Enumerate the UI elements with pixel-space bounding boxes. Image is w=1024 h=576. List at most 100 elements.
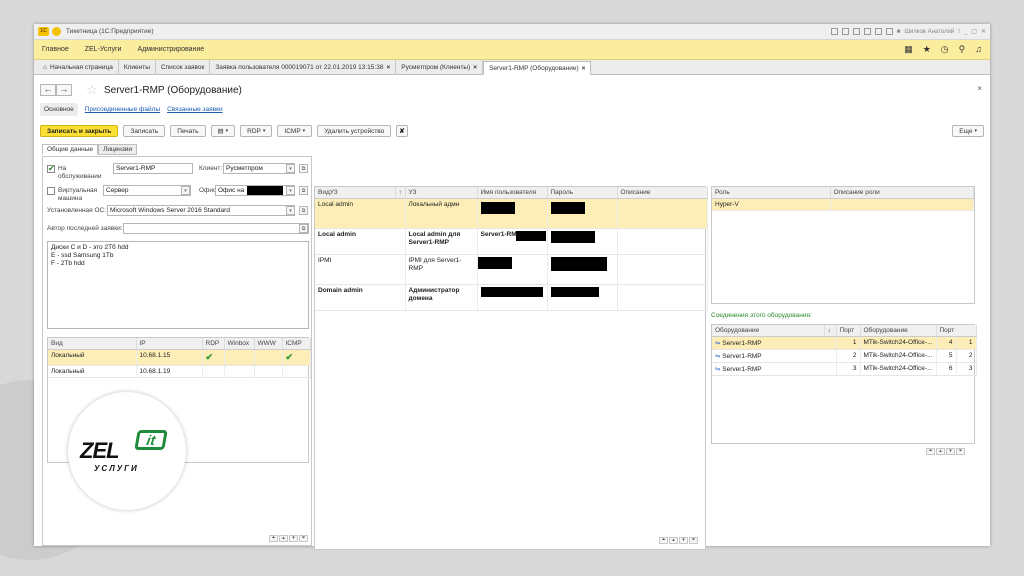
table-row[interactable]: ⇋ Server1-RMP 3 MTik-Switch24-Office-...… bbox=[712, 362, 977, 376]
first-page-icon[interactable]: ⏶ bbox=[269, 535, 278, 542]
forward-button[interactable]: → bbox=[56, 84, 72, 96]
menu-circle-icon[interactable] bbox=[52, 27, 61, 36]
office-open-icon[interactable]: ⧉ bbox=[299, 186, 308, 195]
sort-asc-icon[interactable]: ↑ bbox=[395, 187, 406, 199]
back-button[interactable]: ← bbox=[40, 84, 56, 96]
column-header[interactable]: Описание роли bbox=[830, 187, 974, 199]
prev-page-icon[interactable]: ▴ bbox=[279, 535, 288, 542]
office-dropdown-icon[interactable]: ▾ bbox=[286, 186, 295, 195]
subtab-related-requests[interactable]: Связанные заявки bbox=[167, 106, 223, 113]
minimize-icon[interactable]: _ bbox=[964, 29, 967, 35]
last-page-icon[interactable]: ⏷ bbox=[299, 535, 308, 542]
table-row[interactable]: ⇋ Server1-RMP 1 MTik-Switch24-Office-...… bbox=[712, 336, 977, 350]
column-header[interactable]: Имя пользователя bbox=[477, 187, 548, 199]
toolbar-icon[interactable] bbox=[863, 28, 871, 35]
table-row[interactable]: Локальный 10.68.1.19 bbox=[48, 365, 311, 378]
bell-icon[interactable]: ♫ bbox=[975, 44, 982, 55]
more-button[interactable]: Еще ▾ bbox=[952, 125, 984, 137]
subtab-attached-files[interactable]: Присоединенные файлы bbox=[85, 106, 160, 113]
on-service-checkbox[interactable]: ✔ bbox=[47, 165, 55, 173]
next-page-icon[interactable]: ▾ bbox=[946, 448, 955, 455]
close-tab-icon[interactable]: × bbox=[582, 65, 586, 72]
tab-rusmetprom[interactable]: Русметпром (Клиенты) × bbox=[396, 60, 484, 74]
column-header[interactable]: ICMP bbox=[282, 338, 311, 350]
next-page-icon[interactable]: ▾ bbox=[289, 535, 298, 542]
table-row[interactable]: Hyper-V bbox=[712, 198, 974, 211]
toolbar-icon[interactable] bbox=[841, 28, 849, 35]
column-header[interactable]: ВидУЗ bbox=[315, 187, 396, 199]
restore-icon[interactable]: ▢ bbox=[971, 28, 977, 35]
next-page-icon[interactable]: ▾ bbox=[679, 537, 688, 544]
name-field[interactable]: Server1-RMP bbox=[113, 163, 193, 174]
excel-icon[interactable]: ✘ bbox=[396, 125, 408, 137]
tab-home[interactable]: ⌂ Начальная страница bbox=[38, 60, 119, 74]
grid-icon[interactable]: ▦ bbox=[904, 44, 913, 55]
close-tab-icon[interactable]: × bbox=[386, 64, 390, 71]
column-header[interactable]: IP bbox=[136, 338, 203, 350]
column-header[interactable]: Порт bbox=[936, 325, 977, 337]
last-page-icon[interactable]: ⏷ bbox=[689, 537, 698, 544]
column-header[interactable]: Вид bbox=[48, 338, 137, 350]
tab-licenses[interactable]: Лицензии bbox=[98, 144, 138, 155]
menu-item-zel[interactable]: ZEL-Услуги bbox=[85, 46, 122, 53]
column-header[interactable]: Порт bbox=[836, 325, 861, 337]
table-row[interactable]: ⇋ Server1-RMP 2 MTik-Switch24-Office-...… bbox=[712, 349, 977, 363]
os-open-icon[interactable]: ⧉ bbox=[299, 206, 308, 215]
toolbar-icon[interactable] bbox=[885, 28, 893, 35]
subtab-main[interactable]: Основное bbox=[40, 103, 78, 116]
close-tab-icon[interactable]: × bbox=[473, 64, 477, 71]
table-row[interactable]: Local admin Локальный адмн bbox=[315, 198, 708, 229]
tab-clients[interactable]: Клиенты bbox=[119, 60, 156, 74]
tab-request-000019071[interactable]: Заявка пользователя 000019071 от 22.01.2… bbox=[210, 60, 397, 74]
table-row[interactable]: Domain admin Администратор домена bbox=[315, 284, 708, 311]
last-author-open-icon[interactable]: ⧉ bbox=[299, 224, 308, 233]
favorite-star-icon[interactable]: ☆ bbox=[86, 82, 98, 98]
tab-server1-rmp[interactable]: Server1-RMP (Оборудование) × bbox=[483, 61, 592, 75]
column-header[interactable]: УЗ bbox=[405, 187, 478, 199]
os-field[interactable]: Microsoft Windows Server 2016 Standard bbox=[107, 205, 295, 216]
first-page-icon[interactable]: ⏶ bbox=[926, 448, 935, 455]
menu-item-admin[interactable]: Администрирование bbox=[137, 46, 204, 53]
column-header[interactable]: RDP bbox=[202, 338, 225, 350]
os-dropdown-icon[interactable]: ▾ bbox=[286, 206, 295, 215]
column-header[interactable]: Пароль bbox=[547, 187, 618, 199]
first-page-icon[interactable]: ⏶ bbox=[659, 537, 668, 544]
print-button[interactable]: Печать bbox=[170, 125, 206, 137]
column-header[interactable]: Роль bbox=[712, 187, 831, 199]
last-page-icon[interactable]: ⏷ bbox=[956, 448, 965, 455]
close-window-icon[interactable]: ✕ bbox=[981, 28, 986, 35]
client-field[interactable]: Русметпром bbox=[223, 163, 295, 174]
tab-requests[interactable]: Список заявок bbox=[156, 60, 211, 74]
virtual-machine-checkbox[interactable] bbox=[47, 187, 55, 195]
table-row[interactable]: Локальный 10.68.1.15 ✔ ✔ bbox=[48, 349, 311, 366]
save-close-button[interactable]: Записать и закрыть bbox=[40, 125, 119, 137]
client-open-icon[interactable]: ⧉ bbox=[299, 164, 308, 173]
create-based-button[interactable]: ▤ ▾ bbox=[210, 125, 236, 137]
sort-desc-icon[interactable]: ↓ bbox=[824, 325, 837, 337]
column-header[interactable]: Описание bbox=[617, 187, 708, 199]
table-row[interactable]: IPMI IPMI для Server1-RMP bbox=[315, 254, 708, 285]
notes-field[interactable]: Диски C и D - это 2Тб hdd E - ssd Samsun… bbox=[47, 241, 309, 329]
notify-icon[interactable]: ! bbox=[958, 29, 960, 35]
rdp-button[interactable]: RDP ▾ bbox=[240, 125, 273, 137]
icmp-button[interactable]: ICMP ▾ bbox=[277, 125, 313, 137]
column-header[interactable]: Оборудование bbox=[712, 325, 825, 337]
prev-page-icon[interactable]: ▴ bbox=[669, 537, 678, 544]
column-header[interactable]: Winbox bbox=[224, 338, 255, 350]
column-header[interactable]: WWW bbox=[254, 338, 283, 350]
save-button[interactable]: Записать bbox=[123, 125, 166, 137]
client-dropdown-icon[interactable]: ▾ bbox=[286, 164, 295, 173]
history-icon[interactable]: ◷ bbox=[941, 44, 949, 55]
table-row[interactable]: Local admin Local admin для Server1-RMP … bbox=[315, 228, 708, 255]
prev-page-icon[interactable]: ▴ bbox=[936, 448, 945, 455]
remove-device-button[interactable]: Удалить устройство bbox=[317, 125, 392, 137]
toolbar-icon[interactable] bbox=[830, 28, 838, 35]
last-author-field[interactable] bbox=[123, 223, 309, 234]
column-header[interactable]: Оборудование bbox=[860, 325, 937, 337]
toolbar-icon[interactable] bbox=[852, 28, 860, 35]
type-field[interactable]: Сервер bbox=[103, 185, 191, 196]
menu-item-main[interactable]: Главное bbox=[42, 46, 69, 53]
close-form-icon[interactable]: × bbox=[977, 84, 982, 93]
search-icon[interactable]: ⚲ bbox=[959, 44, 966, 55]
favorites-star-icon[interactable]: ★ bbox=[923, 44, 931, 55]
